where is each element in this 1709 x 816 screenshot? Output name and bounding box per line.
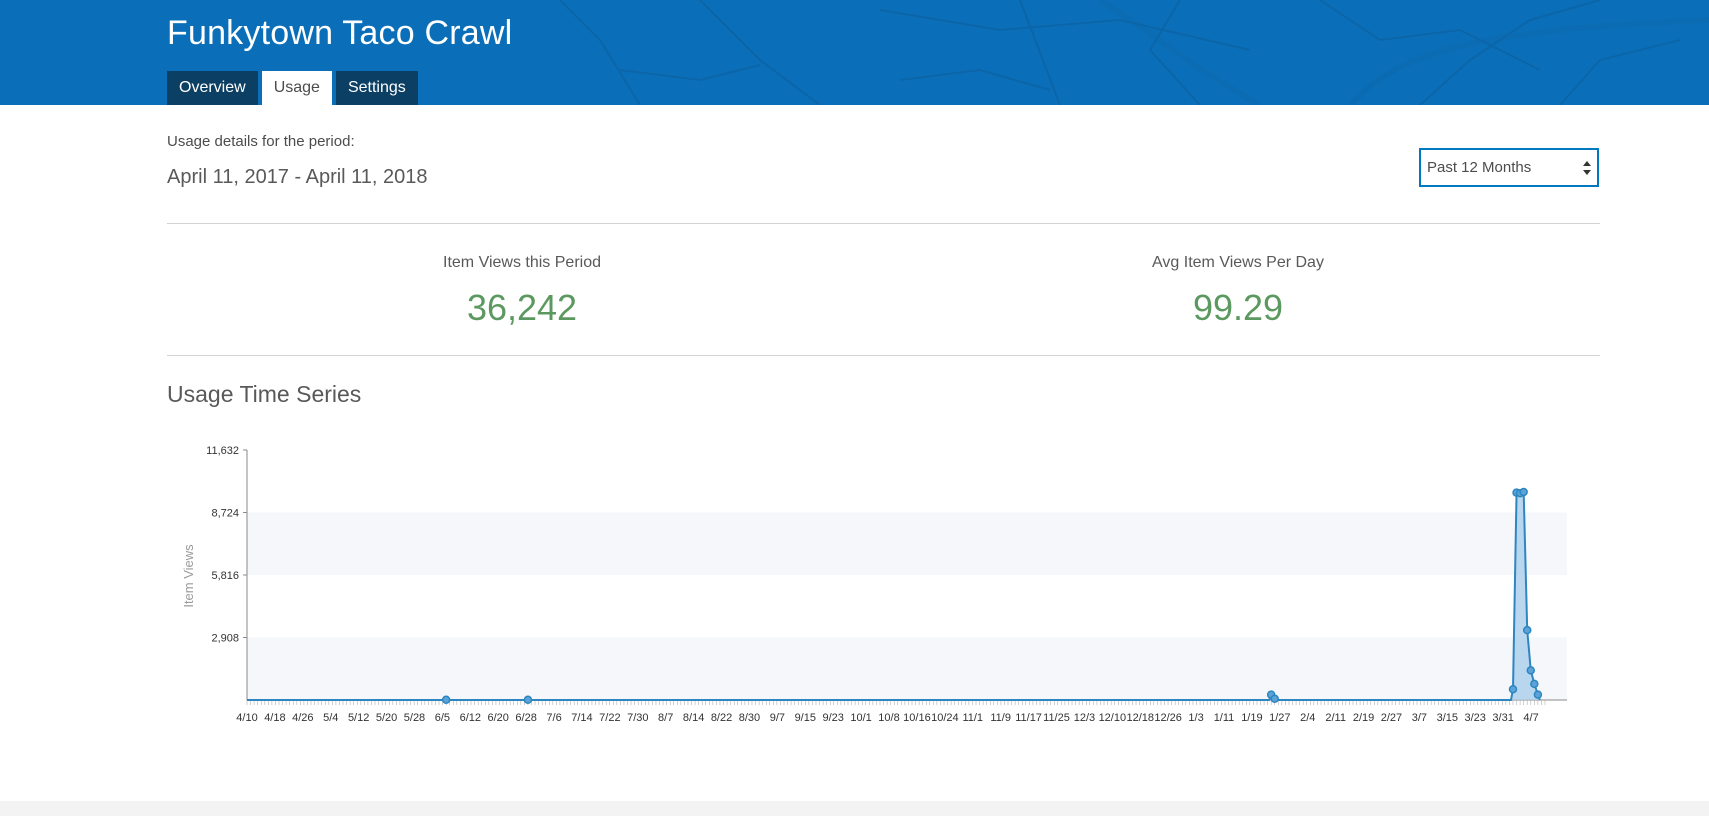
x-tick-label: 10/1 [850,712,871,724]
x-tick-label: 12/10 [1099,712,1127,724]
x-tick-label: 4/18 [264,712,285,724]
x-tick-label: 11/9 [990,712,1011,724]
period-select-value: Past 12 Months [1427,159,1532,176]
data-point[interactable] [523,695,533,705]
divider-top [167,223,1600,224]
x-tick-label: 10/8 [878,712,899,724]
x-tick-label: 6/12 [460,712,481,724]
item-views-value: 36,242 [466,287,578,328]
x-tick-label: 9/15 [795,712,816,724]
x-tick-label: 3/15 [1437,712,1458,724]
footer-band [0,801,1709,816]
x-tick-label: 7/14 [571,712,592,724]
x-tick-label: 12/26 [1154,712,1182,724]
tab-bar: Overview Usage Settings [167,71,418,105]
x-tick-label: 4/10 [236,712,257,724]
x-tick-label: 5/20 [376,712,397,724]
x-tick-label: 8/22 [711,712,732,724]
x-tick-label: 1/3 [1188,712,1203,724]
x-axis-ticks: 4/10 4/18 4/26 5/4 5/12 5/20 5/28 6/5 6/12 6/20 6/… [236,700,1546,724]
x-tick-label: 2/19 [1353,712,1374,724]
x-tick-label: 1/11 [1214,712,1235,724]
x-tick-label: 12/18 [1126,712,1154,724]
x-tick-label: 2/11 [1325,712,1346,724]
period-range: April 11, 2017 - April 11, 2018 [167,166,428,188]
grid-bands [247,512,1567,700]
x-tick-label: 4/7 [1523,712,1538,724]
data-point[interactable] [1526,666,1536,675]
x-tick-label: 9/23 [822,712,843,724]
period-select[interactable]: Past 12 Months [1419,148,1599,187]
data-point[interactable] [1508,685,1518,694]
data-point[interactable] [1270,694,1279,703]
data-point[interactable] [1530,679,1539,689]
x-tick-label: 10/16 [903,712,931,724]
data-point[interactable] [1519,487,1528,497]
x-tick-label: 4/26 [292,712,313,724]
x-tick-label: 2/27 [1381,712,1402,724]
data-point[interactable] [441,695,451,705]
x-tick-label: 7/22 [599,712,620,724]
x-tick-label: 8/7 [658,712,673,724]
x-tick-label: 5/4 [323,712,338,724]
y-tick-label: 2,908 [211,633,239,645]
y-tick-label: 8,724 [211,508,239,520]
x-tick-label: 1/27 [1269,712,1290,724]
x-tick-label: 9/7 [770,712,785,724]
x-tick-label: 8/30 [739,712,760,724]
x-tick-label: 6/5 [435,712,450,724]
y-axis-label: Item Views [181,544,196,608]
tab-usage[interactable]: Usage [261,71,332,105]
section-title: Usage Time Series [167,381,362,407]
data-point[interactable] [1533,690,1543,699]
item-views-label: Item Views this Period [443,254,601,271]
x-tick-label: 10/24 [931,712,959,724]
x-tick-label: 5/12 [348,712,369,724]
x-tick-label: 11/25 [1043,712,1070,724]
grid-band [247,512,1567,575]
tab-settings[interactable]: Settings [335,71,418,105]
x-tick-label: 6/28 [515,712,536,724]
y-tick-label: 5,816 [211,570,239,582]
x-tick-label: 3/23 [1465,712,1486,724]
x-tick-label: 11/1 [962,712,983,724]
usage-time-series-chart: 2,908 5,816 8,724 11,632 4/10 4/18 4/26 5/4 5/1… [181,445,1567,724]
x-tick-label: 2/4 [1300,712,1315,724]
divider-bottom [167,355,1600,356]
avg-views-label: Avg Item Views Per Day [1152,254,1324,271]
x-tick-label: 11/17 [1015,712,1042,724]
tab-overview[interactable]: Overview [167,71,258,105]
x-tick-label: 8/14 [683,712,704,724]
y-axis-ticks: 2,908 5,816 8,724 11,632 [206,445,247,645]
grid-band [247,637,1567,700]
x-tick-label: 12/3 [1074,712,1095,724]
x-tick-label: 6/20 [488,712,509,724]
x-tick-label: 3/31 [1492,712,1513,724]
y-tick-label: 11,632 [206,445,239,457]
header-banner: Funkytown Taco Crawl Overview Usage Sett… [0,0,1709,105]
x-tick-label: 5/28 [404,712,425,724]
x-tick-label: 7/30 [627,712,648,724]
x-tick-label: 7/6 [546,712,561,724]
data-point[interactable] [1522,625,1532,635]
period-label: Usage details for the period: [167,133,355,150]
x-tick-label: 1/19 [1241,712,1262,724]
page-title: Funkytown Taco Crawl [167,14,513,52]
select-arrows-icon [1583,161,1591,175]
avg-views-value: 99.29 [1192,287,1284,328]
x-tick-label: 3/7 [1412,712,1427,724]
